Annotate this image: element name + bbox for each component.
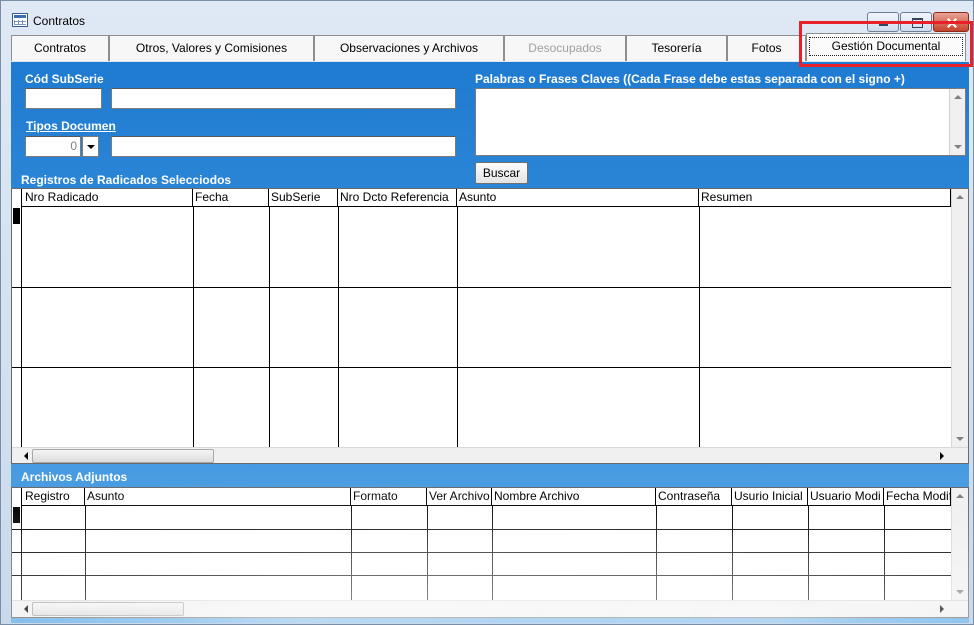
col-nro-radicado[interactable]: Nro Radicado (23, 189, 193, 207)
col-contrasena[interactable]: Contraseña (656, 488, 732, 506)
row-selector[interactable] (12, 189, 22, 447)
col-nro-dcto-referencia[interactable]: Nro Dcto Referencia (338, 189, 457, 207)
tipos-documen-label: Tipos Documen (26, 119, 116, 133)
table-row[interactable] (12, 552, 951, 553)
col-asunto[interactable]: Asunto (85, 488, 351, 506)
close-button[interactable] (933, 12, 969, 32)
adjuntos-header: Registro Asunto Formato Ver Archivo Nomb… (12, 488, 968, 506)
title-bar[interactable]: Contratos (1, 1, 973, 32)
scroll-down-icon[interactable] (954, 145, 962, 149)
tab-gestion-documental[interactable]: Gestión Documental (806, 33, 966, 61)
scroll-right-icon[interactable] (940, 605, 944, 613)
adjuntos-grid[interactable]: Registro Asunto Formato Ver Archivo Nomb… (11, 487, 969, 618)
col-fecha[interactable]: Fecha (193, 189, 269, 207)
col-usuario-modi[interactable]: Usuario Modi (808, 488, 884, 506)
cod-subserie-description[interactable] (111, 88, 456, 109)
window-title: Contratos (33, 14, 86, 28)
scroll-down-icon[interactable] (956, 437, 964, 441)
keywords-textarea[interactable] (475, 88, 966, 156)
grid-line (457, 207, 458, 447)
col-usuario-inicial[interactable]: Usurio Inicial (732, 488, 808, 506)
grid-line (492, 506, 493, 600)
radicados-header: Nro Radicado Fecha SubSerie Nro Dcto Ref… (12, 189, 968, 207)
grid-line (732, 506, 733, 600)
contratos-window: Contratos Contratos Otros, Valores y Com… (0, 0, 974, 625)
tab-label: Tesorería (651, 41, 702, 55)
minimize-button[interactable] (867, 12, 899, 32)
table-row[interactable] (12, 529, 951, 530)
radicados-horizontal-scrollbar[interactable] (12, 447, 968, 463)
col-asunto[interactable]: Asunto (457, 189, 699, 207)
scroll-left-icon[interactable] (24, 605, 28, 613)
col-subserie[interactable]: SubSerie (269, 189, 338, 207)
scroll-left-icon[interactable] (24, 452, 28, 460)
grid-line (338, 207, 339, 447)
table-icon (12, 13, 28, 27)
table-row[interactable] (12, 575, 951, 576)
grid-line (193, 207, 194, 447)
cod-subserie-input[interactable] (25, 88, 102, 109)
tipos-documen-value[interactable]: 0 (25, 136, 81, 157)
cod-subserie-label: Cód SubSerie (25, 72, 104, 86)
row-selector[interactable] (12, 488, 22, 600)
scroll-down-icon[interactable] (956, 590, 964, 594)
grid-line (884, 506, 885, 600)
focus-rect (809, 37, 963, 56)
gestion-documental-panel: Cód SubSerie Tipos Documen 0 Palabras o … (11, 62, 969, 623)
scroll-up-icon[interactable] (956, 494, 964, 498)
scroll-thumb[interactable] (32, 449, 214, 463)
scroll-right-icon[interactable] (940, 452, 944, 460)
col-resumen[interactable]: Resumen (699, 189, 951, 207)
col-nombre-archivo[interactable]: Nombre Archivo (492, 488, 656, 506)
tab-fotos[interactable]: Fotos (727, 35, 806, 61)
grid-line (427, 506, 428, 600)
radicados-section-label: Registros de Radicados Selecciodos (21, 173, 232, 187)
col-ver-archivo[interactable]: Ver Archivo (427, 488, 492, 506)
tab-label: Contratos (33, 41, 87, 55)
tab-label: Otros, Valores y Comisiones (135, 41, 288, 55)
tab-tesoreria[interactable]: Tesorería (626, 35, 727, 61)
tab-observaciones[interactable]: Observaciones y Archivos (314, 35, 504, 61)
adjuntos-vertical-scrollbar[interactable] (951, 488, 968, 600)
grid-line (808, 506, 809, 600)
radicados-vertical-scrollbar[interactable] (951, 189, 968, 447)
tab-contratos[interactable]: Contratos (11, 35, 109, 61)
tab-label: Fotos (751, 41, 782, 55)
tab-otros-valores[interactable]: Otros, Valores y Comisiones (109, 35, 314, 61)
grid-line (269, 207, 270, 447)
grid-line (351, 506, 352, 600)
col-registro[interactable]: Registro (23, 488, 85, 506)
col-formato[interactable]: Formato (351, 488, 427, 506)
col-fecha-modif[interactable]: Fecha Modif (884, 488, 951, 506)
buscar-button[interactable]: Buscar (475, 162, 528, 184)
tab-desocupados[interactable]: Desocupados (504, 35, 626, 61)
tipos-documen-dropdown[interactable] (82, 136, 99, 157)
keywords-scrollbar[interactable] (949, 89, 965, 155)
table-row[interactable] (12, 367, 951, 368)
current-row-marker (13, 208, 20, 224)
scroll-up-icon[interactable] (956, 195, 964, 199)
grid-line (699, 207, 700, 447)
maximize-button[interactable] (900, 12, 932, 32)
tipos-documen-description[interactable] (111, 136, 456, 157)
tab-strip: Contratos Otros, Valores y Comisiones Ob… (11, 33, 969, 61)
scroll-thumb[interactable] (32, 602, 184, 616)
keywords-label: Palabras o Frases Claves ((Cada Frase de… (475, 72, 905, 86)
tab-label: Desocupados (528, 41, 602, 55)
grid-line (85, 506, 86, 600)
radicados-grid[interactable]: Nro Radicado Fecha SubSerie Nro Dcto Ref… (11, 188, 969, 464)
grid-line (656, 506, 657, 600)
scroll-up-icon[interactable] (954, 95, 962, 99)
adjuntos-horizontal-scrollbar[interactable] (12, 600, 968, 617)
adjuntos-section-label: Archivos Adjuntos (21, 470, 128, 484)
current-row-marker (13, 507, 20, 523)
tab-label: Observaciones y Archivos (339, 41, 479, 55)
table-row[interactable] (12, 287, 951, 288)
